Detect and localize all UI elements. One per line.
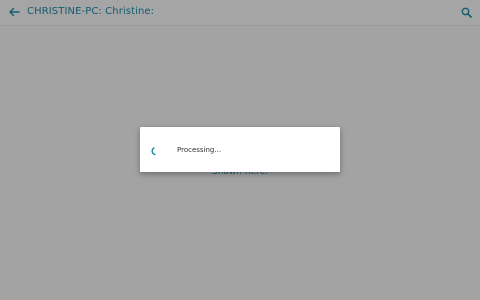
app-screen: CHRISTINE-PC: Christine: Shown here. Pro… (0, 0, 480, 300)
progress-message: Processing... (177, 146, 222, 154)
loading-spinner-icon (151, 147, 156, 156)
progress-dialog (140, 127, 340, 172)
